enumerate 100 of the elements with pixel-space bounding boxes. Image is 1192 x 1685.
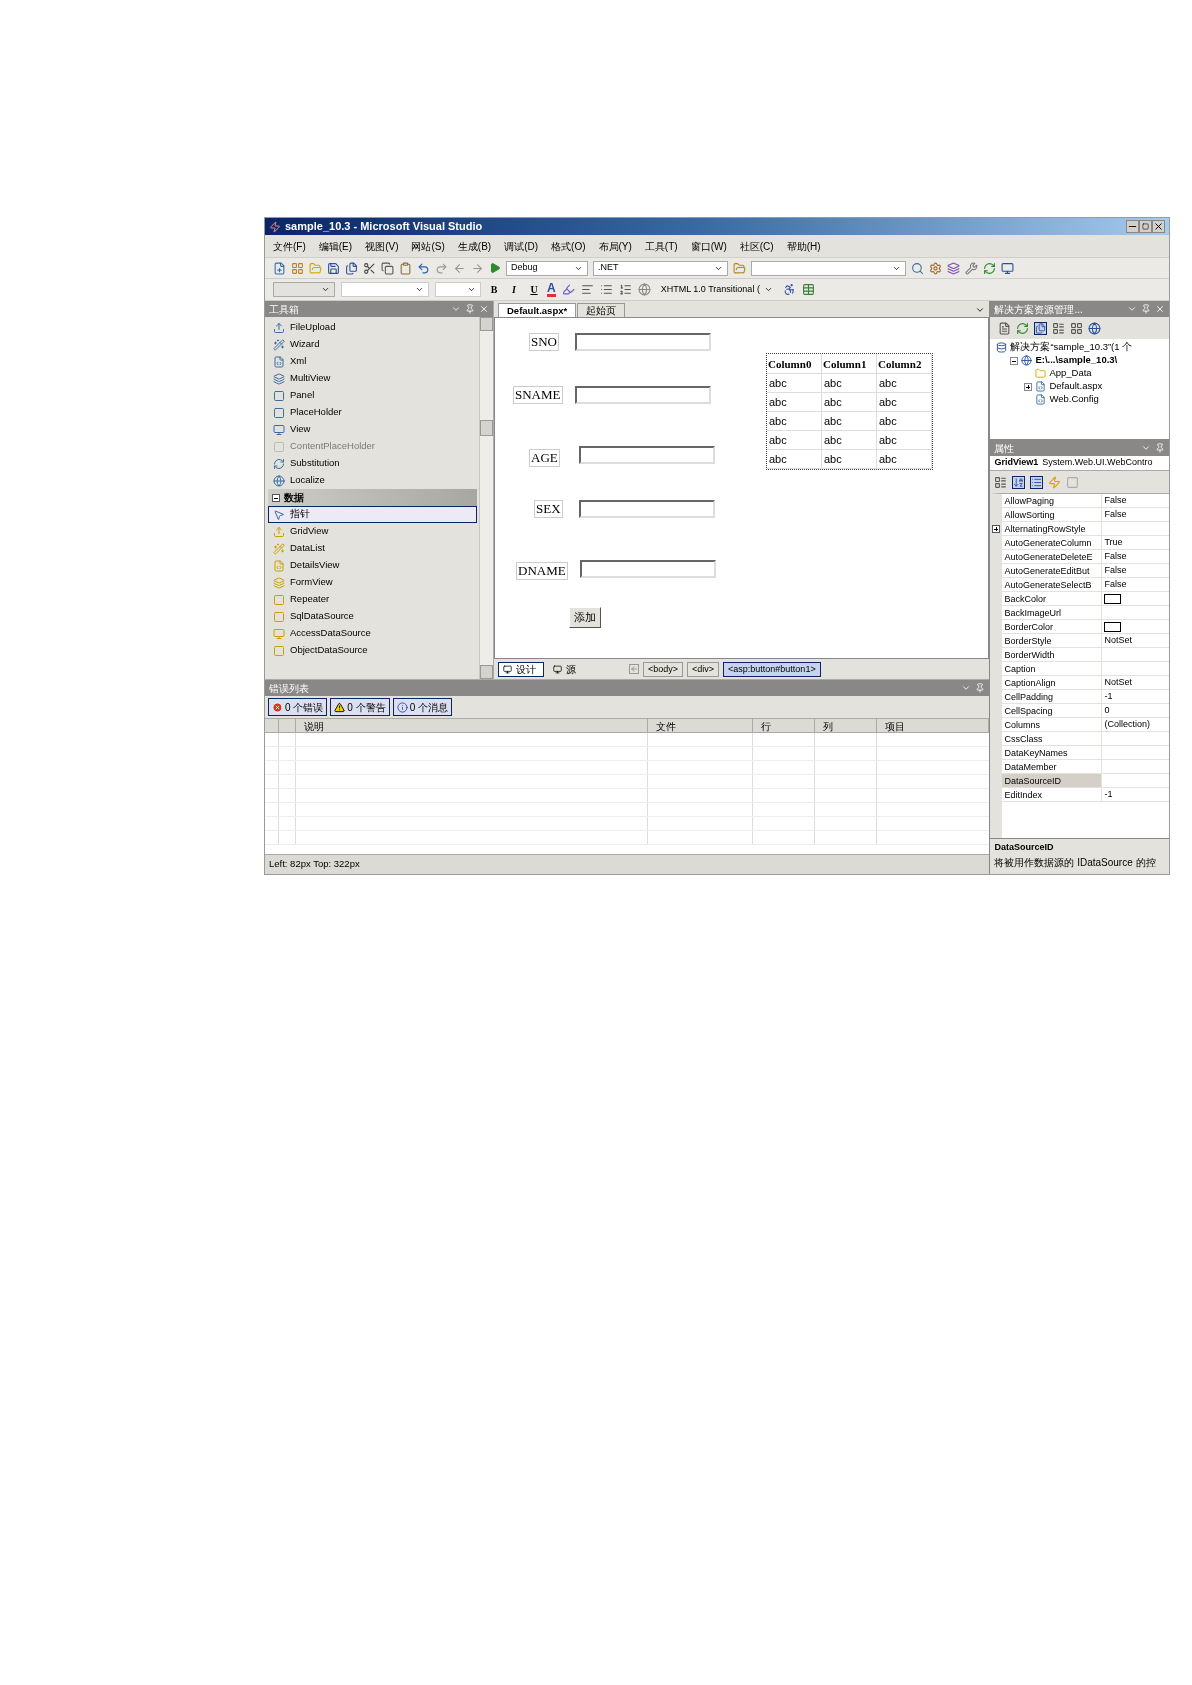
toolbox-item[interactable]: ObjectDataSource bbox=[268, 642, 477, 659]
property-value[interactable]: NotSet bbox=[1104, 633, 1132, 648]
property-value[interactable]: False bbox=[1104, 563, 1127, 578]
filter-button[interactable]: 0 个警告 bbox=[330, 698, 390, 716]
menu-item[interactable]: 生成(B) bbox=[457, 238, 492, 254]
toolbox-item[interactable]: FileUpload bbox=[268, 319, 477, 336]
menu-item[interactable]: 布局(Y) bbox=[598, 238, 632, 254]
toolbox-item[interactable]: Localize bbox=[268, 472, 477, 489]
doctype-dropdown[interactable]: XHTML 1.0 Transitional ( bbox=[656, 282, 777, 297]
collapse-icon[interactable] bbox=[1010, 356, 1019, 365]
properties-icon[interactable] bbox=[998, 321, 1012, 335]
undo-icon[interactable] bbox=[417, 261, 430, 275]
property-name[interactable]: CaptionAlign bbox=[1002, 676, 1103, 689]
text-color-button[interactable]: A bbox=[547, 282, 556, 297]
menu-item[interactable]: 窗口(W) bbox=[690, 238, 727, 254]
highlighter-icon[interactable] bbox=[561, 283, 575, 296]
text-input[interactable] bbox=[579, 446, 715, 464]
view-designer-icon[interactable] bbox=[1070, 321, 1084, 335]
object-selector[interactable]: GridView1 System.Web.UI.WebContro bbox=[990, 456, 1169, 471]
menu-item[interactable]: 格式(O) bbox=[551, 238, 586, 254]
tag-breadcrumb[interactable]: <body> bbox=[643, 661, 684, 677]
grid-icon[interactable] bbox=[291, 261, 304, 275]
property-name[interactable]: Caption bbox=[1002, 662, 1103, 675]
property-value[interactable]: 0 bbox=[1104, 703, 1110, 718]
cut-icon[interactable] bbox=[363, 261, 376, 275]
property-name[interactable]: DataSourceID bbox=[1002, 774, 1103, 787]
sort-icon[interactable] bbox=[1012, 475, 1026, 489]
toolbox-item[interactable]: DataList bbox=[268, 540, 477, 557]
property-name[interactable]: CellSpacing bbox=[1002, 704, 1103, 717]
tree-item[interactable]: Default.aspx bbox=[1049, 379, 1103, 394]
column-header[interactable]: 列 bbox=[815, 719, 877, 732]
toolbox-group-header[interactable]: 数据 bbox=[268, 489, 477, 506]
text-input[interactable] bbox=[575, 386, 711, 404]
document-tab[interactable]: Default.aspx* bbox=[498, 303, 577, 317]
expand-icon[interactable] bbox=[1024, 382, 1033, 391]
tree-item[interactable]: Web.Config bbox=[1049, 392, 1099, 407]
configuration-dropdown[interactable]: Debug bbox=[506, 260, 588, 276]
globe-icon[interactable] bbox=[1088, 321, 1102, 335]
settings-icon[interactable] bbox=[929, 261, 942, 275]
start-icon[interactable] bbox=[489, 262, 501, 274]
property-name[interactable]: BackImageUrl bbox=[1002, 606, 1103, 619]
pin-icon[interactable] bbox=[465, 304, 475, 314]
property-name[interactable]: AllowPaging bbox=[1002, 494, 1103, 507]
tree-item[interactable]: E:\...\sample_10.3\ bbox=[1035, 353, 1118, 368]
pin-icon[interactable] bbox=[1155, 443, 1165, 453]
caret-icon[interactable] bbox=[467, 285, 476, 294]
toolbox-item[interactable]: DetailsView bbox=[268, 557, 477, 574]
toolbox-item[interactable]: MultiView bbox=[268, 370, 477, 387]
property-name[interactable]: BorderColor bbox=[1002, 620, 1103, 633]
property-name[interactable]: AutoGenerateEditBut bbox=[1002, 564, 1103, 577]
toolbox-item[interactable]: Xml bbox=[268, 353, 477, 370]
property-name[interactable]: BorderStyle bbox=[1002, 634, 1103, 647]
search-icon[interactable] bbox=[911, 261, 924, 275]
color-swatch[interactable] bbox=[1104, 593, 1122, 604]
save-icon[interactable] bbox=[327, 261, 340, 275]
add-button[interactable]: 添加 bbox=[569, 607, 601, 628]
wrench-icon[interactable] bbox=[965, 261, 978, 275]
pin-icon[interactable] bbox=[975, 683, 986, 693]
view-tab[interactable]: 源 bbox=[548, 661, 581, 677]
platform-dropdown[interactable]: .NET bbox=[593, 260, 728, 276]
align-icon[interactable] bbox=[580, 283, 594, 296]
new-file-icon[interactable] bbox=[273, 261, 286, 275]
filter-button[interactable]: 0 个消息 bbox=[392, 698, 453, 716]
column-header[interactable]: 行 bbox=[753, 719, 815, 732]
toolbox-item[interactable]: Panel bbox=[268, 387, 477, 404]
scrollbar[interactable] bbox=[479, 317, 493, 679]
menu-item[interactable]: 帮助(H) bbox=[786, 238, 821, 254]
collapse-icon[interactable] bbox=[272, 493, 280, 502]
menu-item[interactable]: 网站(S) bbox=[411, 238, 445, 254]
property-name[interactable]: BackColor bbox=[1002, 592, 1103, 605]
property-name[interactable]: Columns bbox=[1002, 718, 1103, 731]
toolbox-item[interactable]: 指针 bbox=[268, 506, 477, 523]
show-all-icon[interactable] bbox=[1034, 321, 1048, 335]
properties-icon[interactable] bbox=[1030, 475, 1044, 489]
property-value[interactable]: False bbox=[1104, 549, 1127, 564]
property-name[interactable]: CellPadding bbox=[1002, 690, 1103, 703]
property-name[interactable]: BorderWidth bbox=[1002, 648, 1103, 661]
tag-breadcrumb[interactable]: <asp:button#button1> bbox=[723, 661, 821, 677]
property-name[interactable]: DataKeyNames bbox=[1002, 746, 1103, 759]
toolbox-item[interactable]: Substitution bbox=[268, 455, 477, 472]
format-button[interactable]: B bbox=[487, 282, 501, 297]
text-input[interactable] bbox=[579, 500, 715, 518]
toolbox-item[interactable]: AccessDataSource bbox=[268, 625, 477, 642]
minimize-icon[interactable] bbox=[1126, 220, 1139, 233]
categorized-icon[interactable] bbox=[994, 475, 1008, 489]
table-icon[interactable] bbox=[801, 283, 815, 296]
menu-item[interactable]: 社区(C) bbox=[739, 238, 774, 254]
property-name[interactable]: AlternatingRowStyle bbox=[1002, 522, 1103, 535]
copy-icon[interactable] bbox=[381, 261, 394, 275]
toolbox-item[interactable]: PlaceHolder bbox=[268, 404, 477, 421]
caret-icon[interactable] bbox=[321, 285, 330, 294]
property-name[interactable]: AutoGenerateColumn bbox=[1002, 536, 1103, 549]
view-code-icon[interactable] bbox=[1052, 321, 1066, 335]
property-name[interactable]: AutoGenerateDeleteE bbox=[1002, 550, 1103, 563]
format-button[interactable]: U bbox=[527, 282, 541, 297]
layers-icon[interactable] bbox=[947, 261, 960, 275]
column-header[interactable]: 项目 bbox=[877, 719, 990, 732]
property-value[interactable]: -1 bbox=[1104, 787, 1113, 802]
text-input[interactable] bbox=[575, 333, 711, 351]
column-header[interactable]: 说明 bbox=[296, 719, 648, 732]
